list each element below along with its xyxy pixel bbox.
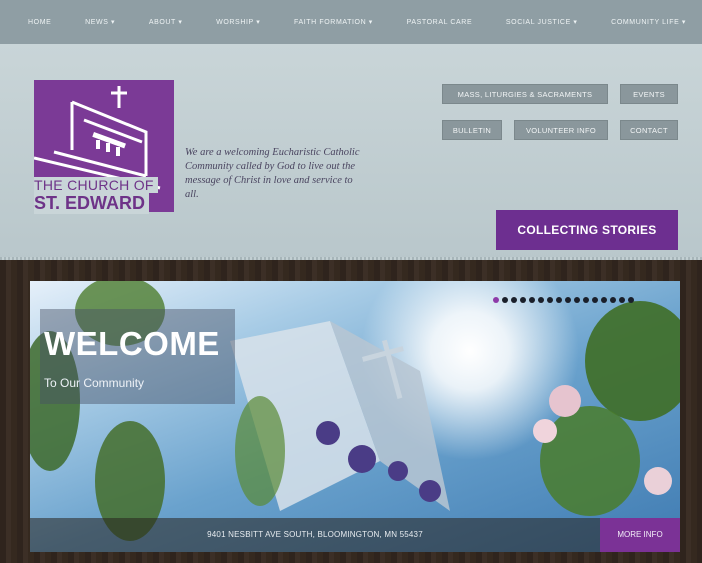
slide-dot[interactable] [610,297,616,303]
welcome-subheading: To Our Community [44,376,145,390]
church-logo[interactable]: THE CHURCH OF ST. EDWARD [34,80,174,214]
volunteer-info-button[interactable]: VOLUNTEER INFO [514,120,608,140]
nav-social-justice[interactable]: SOCIAL JUSTICE ▾ [506,18,578,26]
slide-dot[interactable] [520,297,526,303]
mission-tagline: We are a welcoming Eucharistic Catholic … [185,147,360,200]
slide-pagination [493,297,634,303]
slide-dot[interactable] [493,297,499,303]
contact-button[interactable]: CONTACT [620,120,678,140]
slide-dot[interactable] [628,297,634,303]
events-button[interactable]: EVENTS [620,84,678,104]
slide-dot[interactable] [538,297,544,303]
slide-dot[interactable] [619,297,625,303]
slide-dot[interactable] [547,297,553,303]
nav-community-life[interactable]: COMMUNITY LIFE ▾ [611,18,686,26]
slide-dot[interactable] [574,297,580,303]
slide-dot[interactable] [511,297,517,303]
nav-home[interactable]: HOME [28,19,51,26]
nav-pastoral-care[interactable]: PASTORAL CARE [407,19,473,26]
nav-faith-formation[interactable]: FAITH FORMATION ▾ [294,18,373,26]
slide-dot[interactable] [592,297,598,303]
welcome-heading: WELCOME [44,325,220,362]
slide-dot[interactable] [601,297,607,303]
logo-text-bottom: ST. EDWARD [34,193,150,214]
slide-dot[interactable] [556,297,562,303]
church-address: 9401 NESBITT AVE SOUTH, BLOOMINGTON, MN … [207,530,423,539]
nav-worship[interactable]: WORSHIP ▾ [216,18,260,26]
bulletin-button[interactable]: BULLETIN [442,120,502,140]
slide-dot[interactable] [583,297,589,303]
slide-dot[interactable] [502,297,508,303]
site-header: THE CHURCH OF ST. EDWARD We are a welcom… [0,44,702,260]
mass-liturgies-button[interactable]: MASS, LITURGIES & SACRAMENTS [442,84,608,104]
logo-text-top: THE CHURCH OF [34,177,158,193]
top-nav: HOME NEWS ▾ ABOUT ▾ WORSHIP ▾ FAITH FORM… [0,0,702,44]
hero-slider: WELCOME To Our Community 9401 NESBITT AV… [0,260,702,563]
more-info-button[interactable]: MORE INFO [600,518,680,552]
nav-news[interactable]: NEWS ▾ [85,18,115,26]
slide-image: WELCOME To Our Community 9401 NESBITT AV… [30,281,680,552]
slide-dot[interactable] [565,297,571,303]
slide-dot[interactable] [529,297,535,303]
collecting-stories-button[interactable]: COLLECTING STORIES [496,210,678,250]
nav-about[interactable]: ABOUT ▾ [149,18,183,26]
